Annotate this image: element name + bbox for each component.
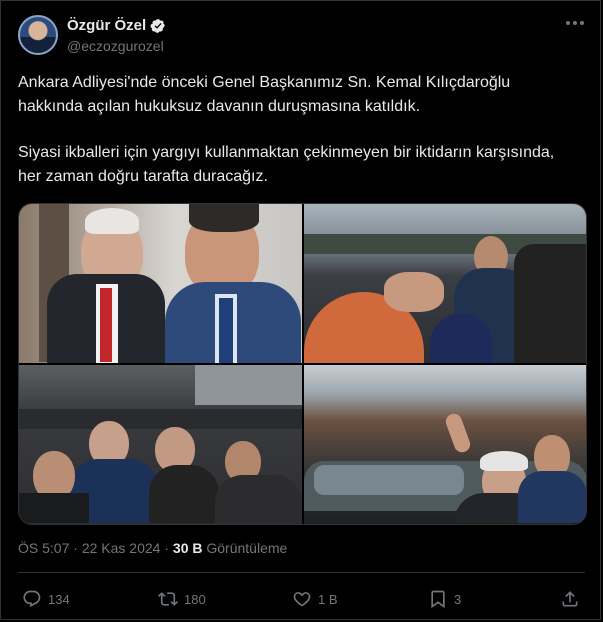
post-paragraph-2: Siyasi ikballeri için yargıyı kullanmakt… (18, 144, 555, 185)
photo-2[interactable] (303, 204, 586, 363)
verified-badge-icon (150, 18, 166, 33)
post-card: Özgür Özel @eczozgurozel Ankara Adliyesi… (0, 0, 601, 620)
photo-1[interactable] (19, 204, 302, 363)
post-paragraph-1: Ankara Adliyesi'nde önceki Genel Başkanı… (18, 74, 511, 115)
share-button[interactable] (560, 585, 580, 613)
author-name[interactable]: Özgür Özel (67, 17, 146, 34)
like-icon (293, 592, 311, 607)
reply-button[interactable]: 134 (22, 585, 70, 613)
reply-count: 134 (48, 591, 70, 607)
divider (18, 572, 585, 573)
media-grid (18, 203, 587, 525)
like-button[interactable]: 1 B (292, 585, 338, 613)
post-header: Özgür Özel @eczozgurozel (18, 15, 588, 59)
post-text: Ankara Adliyesi'nde önceki Genel Başkanı… (18, 71, 578, 189)
views-count: 30 B (172, 540, 203, 556)
meta-separator-2: · (160, 540, 173, 556)
bookmark-icon (431, 590, 445, 609)
like-count: 1 B (318, 591, 338, 607)
post-meta: ÖS 5:07 · 22 Kas 2024 · 30 B Görüntüleme (18, 540, 287, 556)
share-icon (562, 591, 578, 607)
repost-icon (158, 592, 178, 606)
more-icon[interactable] (566, 21, 584, 27)
photo-3[interactable] (19, 365, 302, 524)
author-name-row: Özgür Özel (67, 17, 166, 34)
repost-button[interactable]: 180 (158, 585, 206, 613)
meta-separator: · (69, 540, 82, 556)
bookmark-count: 3 (454, 591, 462, 607)
photo-4[interactable] (303, 365, 586, 524)
post-time[interactable]: ÖS 5:07 (18, 540, 69, 556)
author-avatar[interactable] (18, 15, 58, 55)
author-handle[interactable]: @eczozgurozel (67, 38, 164, 54)
reply-icon (23, 590, 41, 608)
views-label: Görüntüleme (202, 540, 288, 556)
action-bar: 134 180 1 B 3 (18, 585, 585, 613)
post-date[interactable]: 22 Kas 2024 (82, 540, 161, 556)
repost-count: 180 (184, 591, 206, 607)
bookmark-button[interactable]: 3 (428, 585, 461, 613)
